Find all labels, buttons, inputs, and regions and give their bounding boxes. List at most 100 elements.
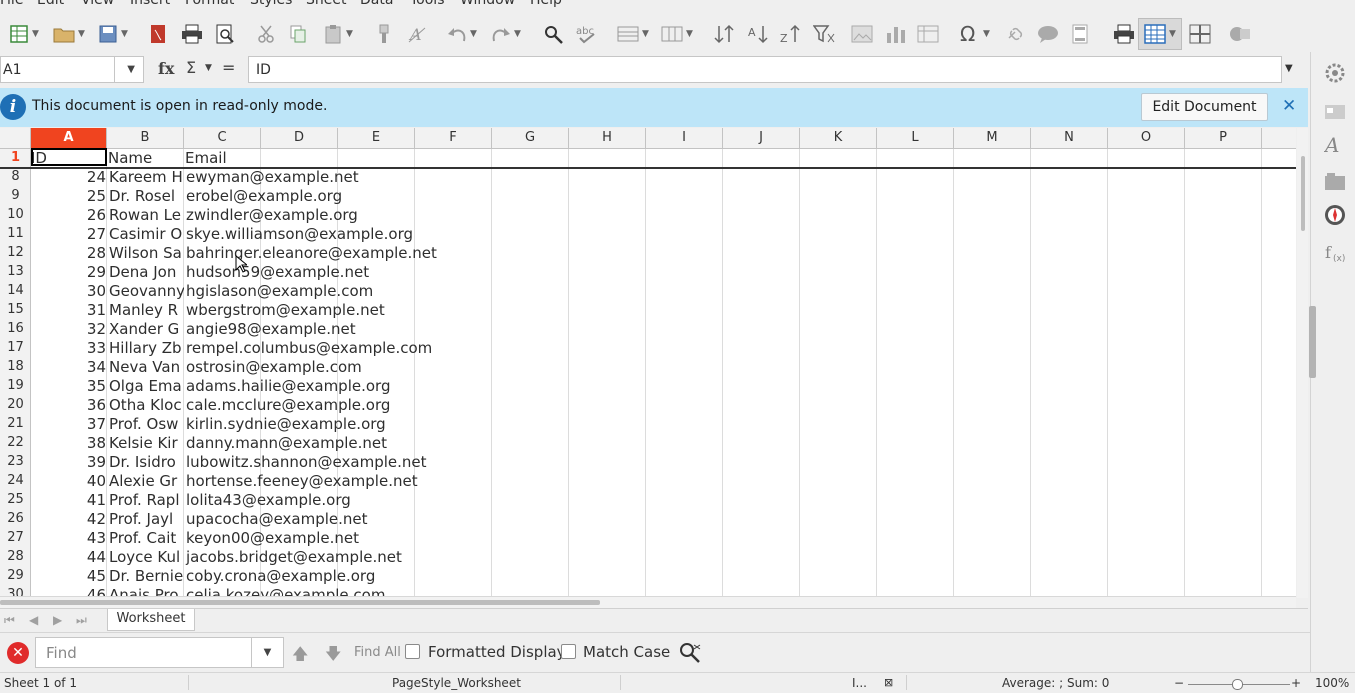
- column-header-b[interactable]: B: [107, 128, 184, 148]
- menu-tools[interactable]: Tools: [410, 0, 455, 7]
- menu-view[interactable]: View: [81, 0, 124, 7]
- column-header-h[interactable]: H: [569, 128, 646, 148]
- cell-name[interactable]: Prof. Rapl: [109, 491, 184, 510]
- column-header-m[interactable]: M: [954, 128, 1031, 148]
- cell-name[interactable]: Rowan Le: [109, 206, 184, 225]
- cell-id[interactable]: 38: [31, 434, 106, 453]
- chevron-down-icon[interactable]: ▼: [686, 29, 693, 39]
- chevron-down-icon[interactable]: ▼: [252, 637, 284, 668]
- cell-name[interactable]: Dr. Bernie: [109, 567, 184, 586]
- clear-formatting-button[interactable]: A: [404, 16, 430, 52]
- column-header-n[interactable]: N: [1031, 128, 1108, 148]
- selection-mode[interactable]: I...: [852, 676, 867, 690]
- show-draw-functions-button[interactable]: [1226, 16, 1254, 52]
- cell-id[interactable]: 44: [31, 548, 106, 567]
- cell-email[interactable]: upacocha@example.net: [186, 510, 606, 529]
- last-sheet-icon[interactable]: ⏭: [76, 613, 87, 628]
- formula-button[interactable]: =: [222, 58, 235, 77]
- row-header[interactable]: 13: [0, 264, 31, 279]
- cell-id[interactable]: 29: [31, 263, 106, 282]
- cell-name[interactable]: Loyce Kul: [109, 548, 184, 567]
- column-header-a[interactable]: A: [31, 128, 107, 148]
- zoom-slider-thumb[interactable]: [1232, 679, 1243, 690]
- cell-id[interactable]: 43: [31, 529, 106, 548]
- match-case-label[interactable]: Match Case: [583, 643, 670, 661]
- close-find-bar-icon[interactable]: ✕: [7, 642, 29, 664]
- cell-name[interactable]: Anais Pro: [109, 586, 184, 596]
- pivot-table-button[interactable]: [914, 16, 942, 52]
- menu-insert[interactable]: Insert: [130, 0, 180, 7]
- sidebar-gallery-icon[interactable]: [1324, 172, 1346, 196]
- sum-button[interactable]: Σ: [186, 58, 196, 77]
- column-header-l[interactable]: L: [877, 128, 954, 148]
- menu-data[interactable]: Data: [360, 0, 403, 7]
- find-replace-icon[interactable]: [678, 641, 702, 663]
- row-header[interactable]: 22: [0, 435, 31, 450]
- cell-area[interactable]: ID Name Email 24 Kareem Hewyman@example.net 2…: [31, 149, 1296, 596]
- row-header[interactable]: 21: [0, 416, 31, 431]
- cell-id[interactable]: 26: [31, 206, 106, 225]
- cell-id[interactable]: 28: [31, 244, 106, 263]
- cell-name[interactable]: Dr. Rosel: [109, 187, 184, 206]
- cell-email[interactable]: cale.mcclure@example.org: [186, 396, 606, 415]
- menu-file[interactable]: File: [0, 0, 33, 7]
- name-box-value[interactable]: A1: [3, 62, 21, 78]
- split-window-button[interactable]: [1186, 16, 1214, 52]
- cell-name[interactable]: Prof. Osw: [109, 415, 184, 434]
- chevron-down-icon[interactable]: ▼: [127, 64, 135, 75]
- zoom-level[interactable]: 100%: [1315, 676, 1349, 690]
- row-header[interactable]: 10: [0, 207, 31, 222]
- chevron-down-icon[interactable]: ▼: [32, 29, 39, 39]
- cell-id[interactable]: 25: [31, 187, 106, 206]
- cell-email[interactable]: lolita43@example.org: [186, 491, 606, 510]
- find-next-icon[interactable]: 🡇: [325, 643, 341, 670]
- cell-name[interactable]: Casimir O: [109, 225, 184, 244]
- insert-chart-button[interactable]: [882, 16, 910, 52]
- open-button[interactable]: ▼: [48, 16, 90, 52]
- header-footer-button[interactable]: [1066, 16, 1094, 52]
- formula-input[interactable]: ID: [248, 56, 1282, 83]
- cell-name[interactable]: Kelsie Kir: [109, 434, 184, 453]
- cell-id[interactable]: 33: [31, 339, 106, 358]
- row-header[interactable]: 11: [0, 226, 31, 241]
- find-previous-icon[interactable]: 🡅: [292, 643, 308, 670]
- row-header[interactable]: 18: [0, 359, 31, 374]
- cell-name[interactable]: Prof. Cait: [109, 529, 184, 548]
- menu-styles[interactable]: Styles: [250, 0, 302, 7]
- row-header[interactable]: 29: [0, 568, 31, 583]
- print-preview-button[interactable]: [212, 16, 238, 52]
- column-button[interactable]: ▼: [656, 16, 698, 52]
- formatted-display-checkbox[interactable]: [405, 644, 420, 659]
- cell-email[interactable]: kirlin.sydnie@example.org: [186, 415, 606, 434]
- chevron-down-icon[interactable]: ▼: [78, 29, 85, 39]
- column-header-i[interactable]: I: [646, 128, 723, 148]
- cell-name[interactable]: Dr. Isidro: [109, 453, 184, 472]
- cell-email[interactable]: lubowitz.shannon@example.net: [186, 453, 606, 472]
- column-header-p[interactable]: P: [1185, 128, 1262, 148]
- chevron-down-icon[interactable]: ▼: [346, 29, 353, 39]
- row-button[interactable]: ▼: [612, 16, 654, 52]
- paste-button[interactable]: ▼: [318, 16, 358, 52]
- row-header[interactable]: 20: [0, 397, 31, 412]
- row-header[interactable]: 12: [0, 245, 31, 260]
- cell-id[interactable]: 42: [31, 510, 106, 529]
- next-sheet-icon[interactable]: ▶: [53, 613, 62, 627]
- menu-sheet[interactable]: Sheet: [306, 0, 356, 7]
- column-header-k[interactable]: K: [800, 128, 877, 148]
- autofilter-button[interactable]: [810, 16, 838, 52]
- cell-email[interactable]: adams.hailie@example.org: [186, 377, 606, 396]
- cell-name[interactable]: Otha Kloc: [109, 396, 184, 415]
- cell-name[interactable]: Wilson Sa: [109, 244, 184, 263]
- row-header[interactable]: 26: [0, 511, 31, 526]
- vertical-scrollbar[interactable]: [1297, 128, 1308, 598]
- chevron-down-icon[interactable]: ▼: [514, 29, 521, 39]
- insert-image-button[interactable]: [848, 16, 876, 52]
- cell-name[interactable]: Name: [108, 149, 184, 168]
- cell-email[interactable]: zwindler@example.org: [186, 206, 606, 225]
- chevron-down-icon[interactable]: ▼: [983, 29, 990, 39]
- sidebar-navigator-icon[interactable]: [1324, 204, 1346, 230]
- column-header-e[interactable]: E: [338, 128, 415, 148]
- column-header-d[interactable]: D: [261, 128, 338, 148]
- column-header-j[interactable]: J: [723, 128, 800, 148]
- cell-email[interactable]: coby.crona@example.org: [186, 567, 606, 586]
